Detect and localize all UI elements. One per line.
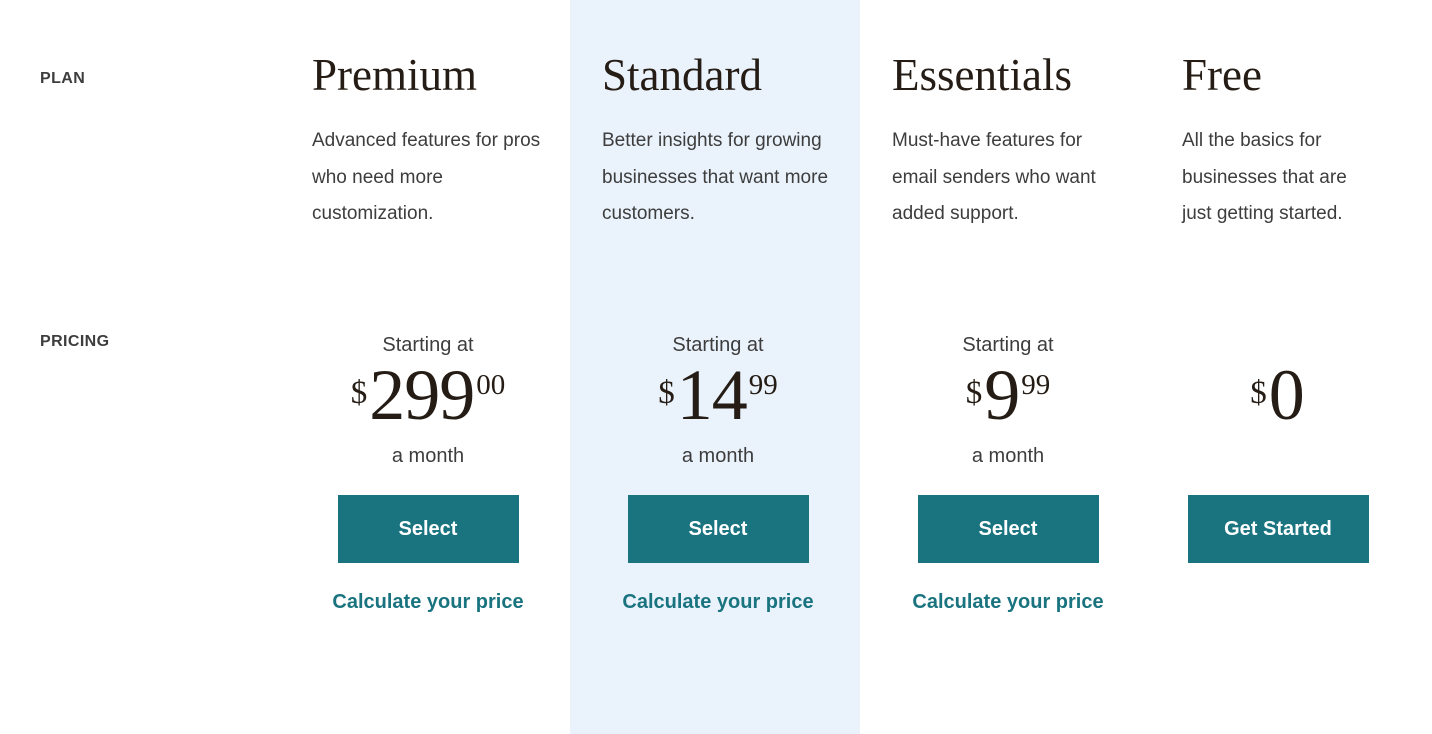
- currency-symbol: $: [965, 374, 983, 411]
- price-whole: 0: [1268, 354, 1305, 435]
- calculate-price-link-standard[interactable]: Calculate your price: [622, 591, 813, 614]
- select-button-premium[interactable]: Select: [337, 494, 519, 563]
- price-amount: $ 14 99: [658, 354, 778, 435]
- select-button-standard[interactable]: Select: [627, 494, 809, 563]
- plan-description: Must-have features for email senders who…: [892, 130, 1096, 225]
- plan-title: Essentials: [892, 50, 1072, 100]
- pricing-column-standard: Starting at $ 14 99 a month Select Calcu…: [602, 309, 892, 614]
- price-cents: 00: [476, 368, 506, 401]
- price-amount: $ 9 99: [965, 354, 1051, 435]
- price-whole: 9: [984, 354, 1020, 435]
- pricing-row: PRICING Starting at $ 299 00 a month Sel…: [0, 309, 1432, 614]
- price-whole: 14: [676, 354, 748, 435]
- plan-row: PLAN Premium Advanced features for pros …: [0, 0, 1432, 233]
- plan-column-premium: Premium Advanced features for pros who n…: [312, 0, 602, 233]
- plan-description: All the basics for businesses that are j…: [1182, 130, 1347, 225]
- plan-title: Standard: [602, 50, 762, 100]
- plan-column-essentials: Essentials Must-have features for email …: [892, 0, 1182, 233]
- currency-symbol: $: [1250, 374, 1267, 411]
- calculate-price-link-premium[interactable]: Calculate your price: [332, 591, 523, 614]
- plan-description: Advanced features for pros who need more…: [312, 130, 541, 225]
- price-cents: 99: [1021, 368, 1051, 401]
- select-button-essentials[interactable]: Select: [917, 494, 1099, 563]
- plan-column-standard: Standard Better insights for growing bus…: [602, 0, 892, 233]
- currency-symbol: $: [350, 374, 368, 411]
- price-whole: 299: [369, 354, 475, 435]
- plan-title: Premium: [312, 50, 477, 100]
- price-amount: $ 299 00: [350, 354, 506, 435]
- billing-period-label: a month: [391, 444, 465, 467]
- currency-symbol: $: [658, 374, 675, 411]
- row-label-pricing: PRICING: [40, 332, 110, 350]
- row-label-plan: PLAN: [40, 70, 86, 87]
- plan-title: Free: [1182, 50, 1262, 100]
- pricing-column-premium: Starting at $ 299 00 a month Select Calc…: [312, 309, 602, 614]
- billing-period-label: a month: [971, 444, 1045, 467]
- price-amount: $ 0: [1250, 354, 1306, 435]
- plan-column-free: Free All the basics for businesses that …: [1182, 0, 1432, 233]
- billing-period-label: a month: [681, 444, 755, 467]
- get-started-button-free[interactable]: Get Started: [1187, 494, 1369, 563]
- pricing-column-essentials: Starting at $ 9 99 a month Select Calcul…: [892, 309, 1182, 614]
- plan-description: Better insights for growing businesses t…: [602, 130, 829, 225]
- calculate-price-link-essentials[interactable]: Calculate your price: [912, 591, 1103, 614]
- price-cents: 99: [748, 368, 778, 401]
- pricing-column-free: $ 0 Get Started: [1182, 309, 1432, 614]
- pricing-table: PLAN Premium Advanced features for pros …: [0, 0, 1432, 734]
